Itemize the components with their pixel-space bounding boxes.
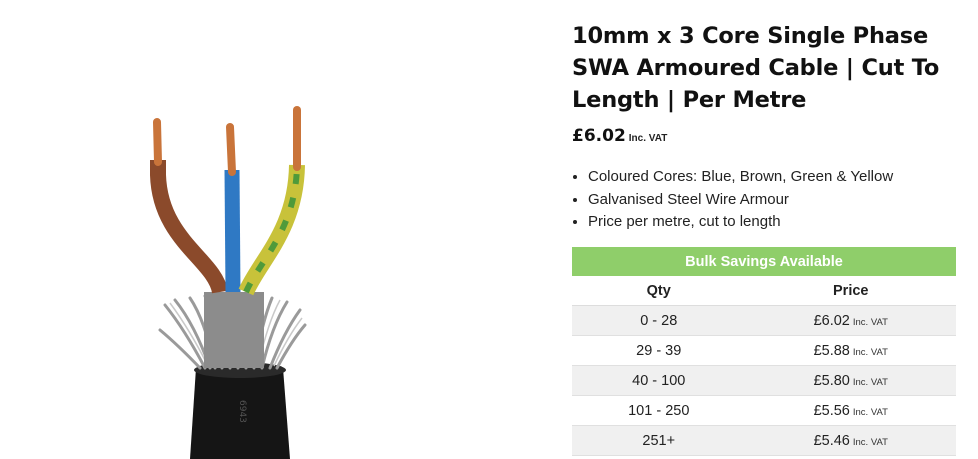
feature-list: Coloured Cores: Blue, Brown, Green & Yel… bbox=[572, 166, 972, 234]
price-cell: £5.80 Inc. VAT bbox=[745, 365, 956, 396]
product-image[interactable]: 6943 bbox=[0, 0, 560, 459]
product-price: £6.02 bbox=[572, 126, 626, 146]
qty-cell: 29 - 39 bbox=[572, 335, 746, 366]
price-row: £6.02 Inc. VAT bbox=[572, 126, 972, 152]
price-value: £5.80 bbox=[813, 372, 850, 389]
price-cell: £5.46 Inc. VAT bbox=[745, 425, 956, 456]
vat-label: Inc. VAT bbox=[852, 376, 888, 388]
price-cell: £6.02 Inc. VAT bbox=[745, 305, 956, 336]
price-value: £5.46 bbox=[813, 432, 850, 449]
qty-cell: 101 - 250 bbox=[572, 395, 746, 426]
feature-item: Galvanised Steel Wire Armour bbox=[588, 189, 972, 212]
price-cell: £5.88 Inc. VAT bbox=[745, 335, 956, 366]
feature-item: Coloured Cores: Blue, Brown, Green & Yel… bbox=[588, 166, 972, 189]
table-row: 40 - 100 £5.80 Inc. VAT bbox=[572, 365, 956, 396]
vat-label: Inc. VAT bbox=[852, 406, 888, 418]
vat-label: Inc. VAT bbox=[852, 346, 888, 358]
price-cell: £5.56 Inc. VAT bbox=[745, 395, 956, 426]
qty-header: Qty bbox=[572, 276, 746, 306]
price-value: £5.88 bbox=[813, 342, 850, 359]
vat-label: Inc. VAT bbox=[852, 316, 888, 328]
bulk-savings-table: Bulk Savings Available Qty Price 0 - 28 … bbox=[572, 247, 956, 456]
feature-item: Price per metre, cut to length bbox=[588, 211, 972, 234]
table-row: 251+ £5.46 Inc. VAT bbox=[572, 425, 956, 456]
product-title: 10mm x 3 Core Single Phase SWA Armoured … bbox=[572, 23, 940, 113]
qty-cell: 40 - 100 bbox=[572, 365, 746, 396]
price-value: £5.56 bbox=[813, 402, 850, 419]
bulk-savings-heading: Bulk Savings Available bbox=[572, 247, 956, 276]
table-row: 29 - 39 £5.88 Inc. VAT bbox=[572, 335, 956, 366]
price-value: £6.02 bbox=[813, 312, 850, 329]
table-row: 101 - 250 £5.56 Inc. VAT bbox=[572, 395, 956, 426]
price-header: Price bbox=[745, 276, 956, 306]
vat-label: Inc. VAT bbox=[852, 436, 888, 448]
qty-cell: 251+ bbox=[572, 425, 746, 456]
qty-cell: 0 - 28 bbox=[572, 305, 746, 336]
product-info: 10mm x 3 Core Single Phase SWA Armoured … bbox=[572, 0, 972, 456]
cable-illustration: 6943 bbox=[150, 106, 307, 459]
svg-text:6943: 6943 bbox=[237, 400, 247, 423]
vat-label: Inc. VAT bbox=[628, 133, 668, 144]
table-row: 0 - 28 £6.02 Inc. VAT bbox=[572, 305, 956, 336]
